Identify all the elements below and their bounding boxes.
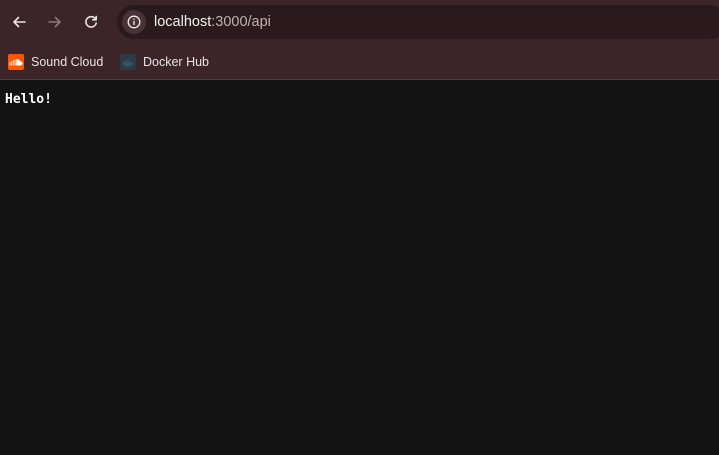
reload-button[interactable] bbox=[77, 8, 105, 36]
forward-button[interactable] bbox=[41, 8, 69, 36]
docker-icon bbox=[120, 54, 136, 70]
bookmark-label: Sound Cloud bbox=[31, 55, 104, 69]
page-body-text: Hello! bbox=[5, 92, 52, 107]
url-text[interactable]: localhost:3000/api bbox=[154, 5, 271, 39]
browser-window: localhost:3000/api Sound Cloud Docker Hu… bbox=[0, 0, 719, 455]
bookmarks-bar: Sound Cloud Docker Hub bbox=[0, 44, 719, 80]
browser-toolbar: localhost:3000/api bbox=[0, 0, 719, 44]
page-content: Hello! bbox=[0, 80, 719, 455]
arrow-right-icon bbox=[48, 16, 61, 28]
bookmark-label: Docker Hub bbox=[143, 55, 209, 69]
back-button[interactable] bbox=[5, 8, 33, 36]
bookmark-soundcloud[interactable]: Sound Cloud bbox=[8, 50, 103, 74]
bookmark-docker-hub[interactable]: Docker Hub bbox=[120, 50, 209, 74]
site-info-button[interactable] bbox=[122, 10, 146, 34]
reload-icon bbox=[85, 15, 97, 28]
info-icon bbox=[127, 15, 141, 29]
url-path: :3000/api bbox=[211, 14, 271, 30]
soundcloud-icon bbox=[8, 54, 24, 70]
url-host: localhost bbox=[154, 14, 212, 30]
address-bar[interactable]: localhost:3000/api bbox=[117, 5, 719, 39]
arrow-left-icon bbox=[13, 16, 26, 28]
